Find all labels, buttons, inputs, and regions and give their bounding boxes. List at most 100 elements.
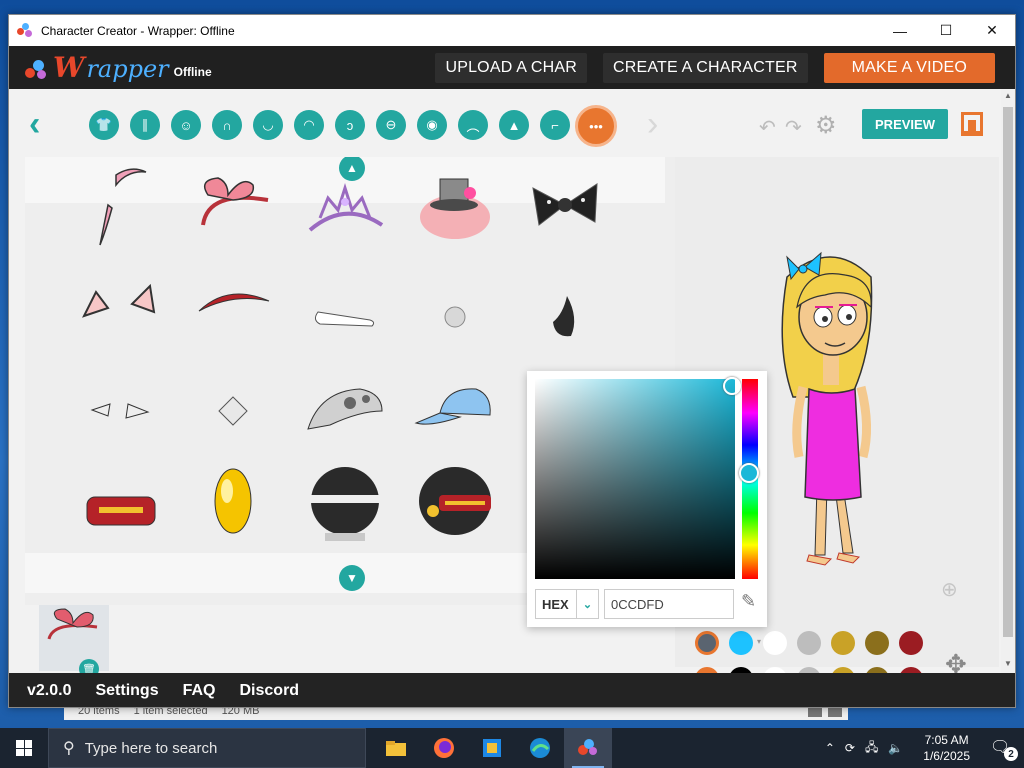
category-pants-icon[interactable]: ∥ — [130, 110, 160, 140]
category-eye-icon[interactable]: ◉ — [417, 110, 447, 140]
clock[interactable]: 7:05 AM 1/6/2025 — [923, 732, 970, 764]
chevron-up-icon[interactable]: ⌃ — [825, 741, 835, 755]
chevron-down-icon: ⌄ — [576, 590, 598, 618]
saturation-handle[interactable] — [723, 377, 741, 395]
forward-arrow-icon[interactable]: › — [647, 107, 658, 141]
clock-time: 7:05 AM — [924, 733, 969, 747]
footer-faq-link[interactable]: FAQ — [183, 682, 216, 700]
category-beard-icon[interactable]: ◡ — [253, 110, 283, 140]
undo-icon[interactable]: ↶ — [759, 115, 776, 140]
color-swatch[interactable] — [899, 631, 923, 655]
category-hair-icon[interactable]: ∩ — [212, 110, 242, 140]
color-swatch[interactable]: ▾ — [729, 631, 761, 655]
sandbox-taskbar-icon[interactable] — [468, 728, 516, 768]
color-swatch[interactable] — [797, 631, 821, 655]
app-footer: v2.0.0 Settings FAQ Discord — [9, 673, 1015, 707]
scroll-down-button[interactable]: ▼ — [339, 565, 365, 591]
item-bandana[interactable] — [297, 363, 393, 459]
category-face-shape-icon[interactable]: ☺ — [171, 110, 201, 140]
item-top-hat-veil[interactable] — [407, 157, 503, 253]
item-helmet-visor[interactable] — [407, 453, 503, 549]
item-horn[interactable] — [73, 157, 169, 253]
zoom-icon[interactable]: ⊕ — [941, 577, 958, 602]
back-arrow-icon[interactable]: ‹ — [29, 107, 40, 141]
footer-discord-link[interactable]: Discord — [240, 682, 300, 700]
color-format-label: HEX — [542, 596, 569, 612]
minimize-button[interactable]: — — [877, 15, 923, 46]
category-shirt-icon[interactable]: 👕 — [89, 110, 119, 140]
redo-icon[interactable]: ↷ — [785, 115, 802, 140]
footer-settings-link[interactable]: Settings — [95, 682, 158, 700]
item-safety-pin[interactable] — [297, 269, 393, 365]
color-format-select[interactable]: HEX ⌄ — [535, 589, 599, 619]
logo-text: rapper — [86, 54, 169, 83]
preview-button[interactable]: PREVIEW — [862, 109, 948, 139]
item-cap[interactable] — [407, 363, 503, 459]
swatch-dropdown-icon[interactable]: ▾ — [757, 637, 761, 646]
category-ear-icon[interactable]: ↄ — [335, 110, 365, 140]
category-lips-icon[interactable]: ◠ — [294, 110, 324, 140]
version-label: v2.0.0 — [27, 682, 72, 699]
create-character-button[interactable]: CREATE A CHARACTER — [602, 52, 808, 83]
save-icon[interactable] — [961, 112, 983, 136]
wrapper-taskbar-icon[interactable] — [564, 728, 612, 768]
settings-gear-icon[interactable]: ⚙ — [815, 111, 837, 140]
scroll-down-arrow-icon[interactable]: ▼ — [1004, 659, 1012, 668]
item-small-horns[interactable] — [73, 363, 169, 459]
search-icon: ⚲ — [63, 740, 75, 757]
category-nose-icon[interactable]: ▲ — [499, 110, 529, 140]
color-swatch[interactable] — [865, 631, 889, 655]
notification-count-badge: 2 — [1004, 747, 1018, 761]
window-title: Character Creator - Wrapper: Offline — [41, 23, 235, 38]
notification-center-icon[interactable]: 🗨 2 — [990, 737, 1018, 761]
item-red-brow[interactable] — [185, 255, 281, 351]
item-pearl[interactable] — [407, 269, 503, 365]
item-ninja-mask[interactable] — [297, 453, 393, 549]
system-tray: ⌃ ⟳ 🖧 🔈 7:05 AM 1/6/2025 🗨 2 — [825, 732, 1024, 764]
hex-input[interactable]: 0CCDFD — [604, 589, 734, 619]
category-accessory-icon[interactable]: ••• — [575, 105, 617, 147]
category-forehead-icon[interactable]: ⊖ — [376, 110, 406, 140]
selected-accessory-tray[interactable] — [39, 605, 109, 671]
close-button[interactable]: ✕ — [969, 15, 1015, 46]
app-header: W rapper Offline UPLOAD A CHAR CREATE A … — [9, 46, 1015, 89]
creator-workspace: ‹ 👕 ∥ ☺ ∩ ◡ ◠ ↄ ⊖ ◉ ︵ ▲ ⌐ ••• › ↶ ↷ ⚙ PREVIEW — [9, 89, 1015, 691]
sync-icon[interactable]: ⟳ — [845, 741, 855, 755]
item-gold-gem[interactable] — [185, 453, 281, 549]
category-toolbar: ‹ 👕 ∥ ☺ ∩ ◡ ◠ ↄ ⊖ ◉ ︵ ▲ ⌐ ••• › ↶ ↷ ⚙ PREVIEW — [9, 89, 999, 157]
start-button[interactable] — [0, 728, 48, 768]
taskbar-search[interactable]: ⚲ Type here to search — [48, 728, 366, 768]
file-explorer-taskbar-icon[interactable] — [372, 728, 420, 768]
scrollbar-thumb[interactable] — [1003, 107, 1013, 637]
category-glasses-icon[interactable]: ⌐ — [540, 110, 570, 140]
item-diamond[interactable] — [185, 363, 281, 459]
saturation-area[interactable] — [535, 377, 741, 579]
volume-muted-icon[interactable]: 🔈 — [888, 741, 903, 755]
windows-taskbar: ⚲ Type here to search ⌃ ⟳ 🖧 🔈 7:05 AM 1/… — [0, 728, 1024, 768]
firefox-taskbar-icon[interactable] — [420, 728, 468, 768]
item-red-mask[interactable] — [73, 463, 169, 559]
item-bow-headband[interactable] — [185, 157, 281, 253]
logo-bubbles-icon — [25, 58, 49, 82]
wrapper-logo[interactable]: W rapper Offline — [25, 53, 212, 83]
upload-char-button[interactable]: UPLOAD A CHAR — [435, 52, 587, 83]
eyedropper-icon[interactable]: ✎ — [741, 591, 756, 612]
item-cat-ears[interactable] — [73, 255, 169, 351]
item-dark-earring[interactable] — [517, 269, 613, 365]
color-swatch[interactable] — [763, 631, 787, 655]
clock-date: 1/6/2025 — [923, 749, 970, 763]
title-bar: Character Creator - Wrapper: Offline — ☐… — [9, 15, 1015, 46]
app-icon — [17, 22, 33, 39]
hue-handle[interactable] — [739, 463, 759, 483]
scroll-up-arrow-icon[interactable]: ▲ — [1004, 91, 1012, 100]
make-video-button[interactable]: MAKE A VIDEO — [823, 52, 995, 83]
color-swatch[interactable] — [695, 631, 719, 655]
maximize-button[interactable]: ☐ — [923, 15, 969, 46]
category-eyebrow-icon[interactable]: ︵ — [458, 110, 488, 140]
main-scrollbar[interactable]: ▲ ▼ — [1001, 89, 1015, 673]
item-black-bow[interactable] — [517, 157, 613, 253]
network-icon[interactable]: 🖧 — [865, 738, 878, 759]
edge-taskbar-icon[interactable] — [516, 728, 564, 768]
color-picker-popup: HEX ⌄ 0CCDFD ✎ — [527, 371, 767, 627]
color-swatch[interactable] — [831, 631, 855, 655]
